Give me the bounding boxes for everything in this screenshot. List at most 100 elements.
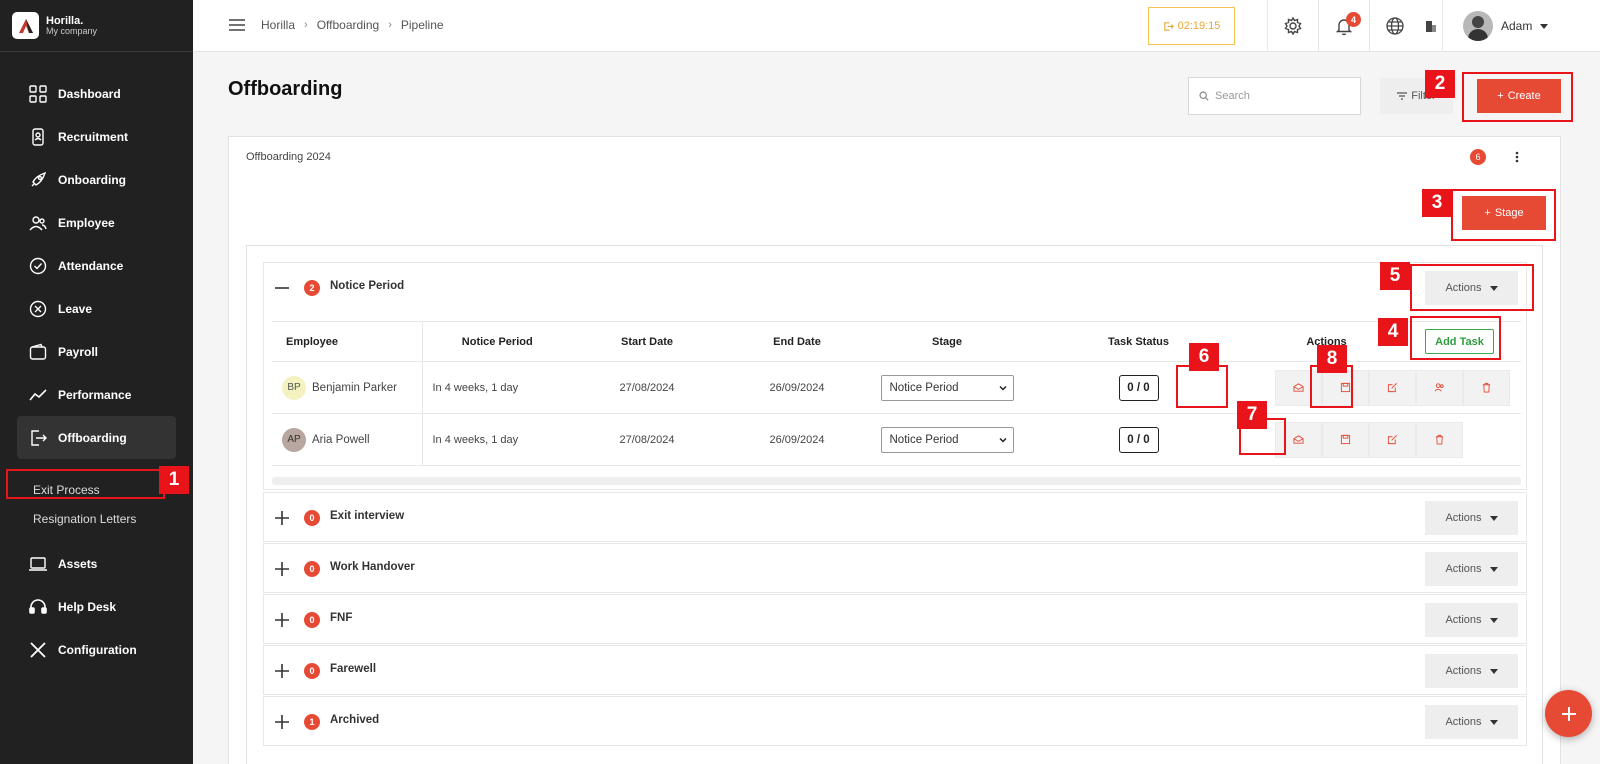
pipeline-count-badge: 6 (1470, 149, 1486, 165)
annotation-label-1: 1 (159, 466, 189, 494)
expand-icon[interactable] (274, 561, 290, 577)
collapse-icon[interactable] (274, 280, 290, 296)
users-icon (29, 215, 47, 230)
language-button[interactable] (1369, 0, 1420, 52)
sidebar-item-help-desk[interactable]: Help Desk (0, 585, 193, 628)
mail-icon (1293, 383, 1304, 392)
breadcrumb: Horilla › Offboarding › Pipeline (261, 18, 444, 32)
sidebar-item-label: Leave (58, 301, 93, 316)
trash-icon (1435, 434, 1444, 445)
breadcrumb-pipeline[interactable]: Pipeline (401, 18, 444, 32)
sidebar-item-payroll[interactable]: Payroll (0, 330, 193, 373)
stage-select[interactable]: Notice Period (880, 426, 1014, 453)
user-menu[interactable]: Adam (1442, 0, 1600, 52)
hamburger-menu-icon[interactable] (229, 18, 245, 32)
stage-actions-button[interactable]: Actions (1425, 552, 1518, 586)
notifications-button[interactable]: 4 (1318, 0, 1369, 52)
recruitment-icon (32, 127, 44, 146)
annotation-label-5: 5 (1380, 262, 1410, 290)
quick-add-button[interactable] (1545, 690, 1592, 737)
chevron-down-icon (998, 385, 1007, 391)
sidebar-item-recruitment[interactable]: Recruitment (0, 115, 193, 158)
employee-name[interactable]: Aria Powell (312, 434, 370, 446)
user-name: Adam (1501, 19, 1533, 33)
horizontal-scrollbar[interactable] (272, 477, 1521, 485)
annotation-box-2 (1462, 72, 1573, 122)
stage-name: Farewell (330, 663, 377, 675)
stage-select[interactable]: Notice Period (880, 374, 1014, 401)
annotation-box-1 (6, 469, 165, 499)
stage-select-value: Notice Period (889, 433, 959, 446)
task-status[interactable]: 0 / 0 (1118, 374, 1159, 401)
actions-label: Actions (1445, 716, 1482, 728)
trend-icon (29, 388, 47, 401)
stage-work-handover: 0 Work Handover Actions (263, 543, 1527, 593)
column-header-stage: Stage (872, 321, 1022, 362)
filter-icon (1397, 92, 1408, 100)
stage-name: Exit interview (330, 510, 405, 522)
company-switch-button[interactable] (1420, 0, 1442, 52)
timer-value: 02:19:15 (1177, 20, 1221, 32)
clock-in-timer[interactable]: 02:19:15 (1148, 7, 1235, 45)
caret-down-icon (1489, 566, 1498, 572)
column-header-start-date: Start Date (572, 321, 722, 362)
sidebar-item-assets[interactable]: Assets (0, 542, 193, 585)
trash-icon (1482, 382, 1491, 393)
stage-count-badge: 1 (304, 714, 320, 730)
sidebar-subitem-resignation-letters[interactable]: Resignation Letters (0, 504, 193, 533)
table-row[interactable]: AP Aria Powell In 4 weeks, 1 day 27/08/20… (272, 413, 1521, 466)
stage-actions-button[interactable]: Actions (1425, 603, 1518, 637)
annotation-box-4 (1410, 316, 1501, 360)
stage-archived: 1 Archived Actions (263, 696, 1527, 746)
expand-icon[interactable] (274, 612, 290, 628)
sidebar-item-label: Assets (58, 556, 98, 571)
settings-button[interactable] (1267, 0, 1318, 52)
expand-icon[interactable] (274, 714, 290, 730)
stage-actions-button[interactable]: Actions (1425, 705, 1518, 739)
actions-label: Actions (1445, 563, 1482, 575)
stage-name: FNF (330, 612, 353, 624)
horilla-logo-icon (12, 12, 39, 39)
sidebar: Horilla. My company Dashboard Recruitmen… (0, 0, 193, 764)
delete-button[interactable] (1463, 369, 1510, 406)
breadcrumb-home[interactable]: Horilla (261, 18, 295, 32)
breadcrumb-offboarding[interactable]: Offboarding (317, 18, 380, 32)
end-date-cell: 26/09/2024 (722, 413, 872, 466)
search-icon (1199, 91, 1209, 101)
sidebar-item-employee[interactable]: Employee (0, 201, 193, 244)
search-input[interactable]: Search (1188, 77, 1361, 115)
expand-icon[interactable] (274, 510, 290, 526)
column-header-end-date: End Date (722, 321, 872, 362)
delete-button[interactable] (1416, 421, 1463, 458)
task-status[interactable]: 0 / 0 (1118, 426, 1159, 453)
brand[interactable]: Horilla. My company (0, 0, 193, 52)
stage-actions-button[interactable]: Actions (1425, 654, 1518, 688)
manage-users-button[interactable] (1416, 369, 1463, 406)
caret-down-icon (1489, 617, 1498, 623)
sidebar-item-onboarding[interactable]: Onboarding (0, 158, 193, 201)
stage-actions-button[interactable]: Actions (1425, 501, 1518, 535)
save-note-button[interactable] (1322, 421, 1369, 458)
chevron-right-icon: › (304, 19, 308, 31)
notice-period-cell: In 4 weeks, 1 day (422, 361, 572, 414)
company-name: My company (46, 25, 98, 36)
expand-icon[interactable] (274, 663, 290, 679)
stage-count-badge: 0 (304, 612, 320, 628)
employee-name[interactable]: Benjamin Parker (312, 382, 397, 394)
sidebar-item-label: Payroll (58, 344, 99, 359)
edit-button[interactable] (1369, 421, 1416, 458)
sidebar-item-performance[interactable]: Performance (0, 373, 193, 416)
sidebar-item-dashboard[interactable]: Dashboard (0, 72, 193, 115)
sidebar-item-offboarding[interactable]: Offboarding (17, 416, 176, 459)
chevron-right-icon: › (388, 19, 392, 31)
edit-button[interactable] (1369, 369, 1416, 406)
sidebar-item-configuration[interactable]: Configuration (0, 628, 193, 671)
sidebar-item-attendance[interactable]: Attendance (0, 244, 193, 287)
sidebar-item-label: Employee (58, 215, 115, 230)
caret-down-icon (1489, 668, 1498, 674)
more-options-icon[interactable] (1511, 147, 1523, 167)
sidebar-item-leave[interactable]: Leave (0, 287, 193, 330)
actions-label: Actions (1445, 512, 1482, 524)
sidebar-item-label: Help Desk (58, 599, 117, 614)
notification-count-badge: 4 (1346, 12, 1361, 27)
